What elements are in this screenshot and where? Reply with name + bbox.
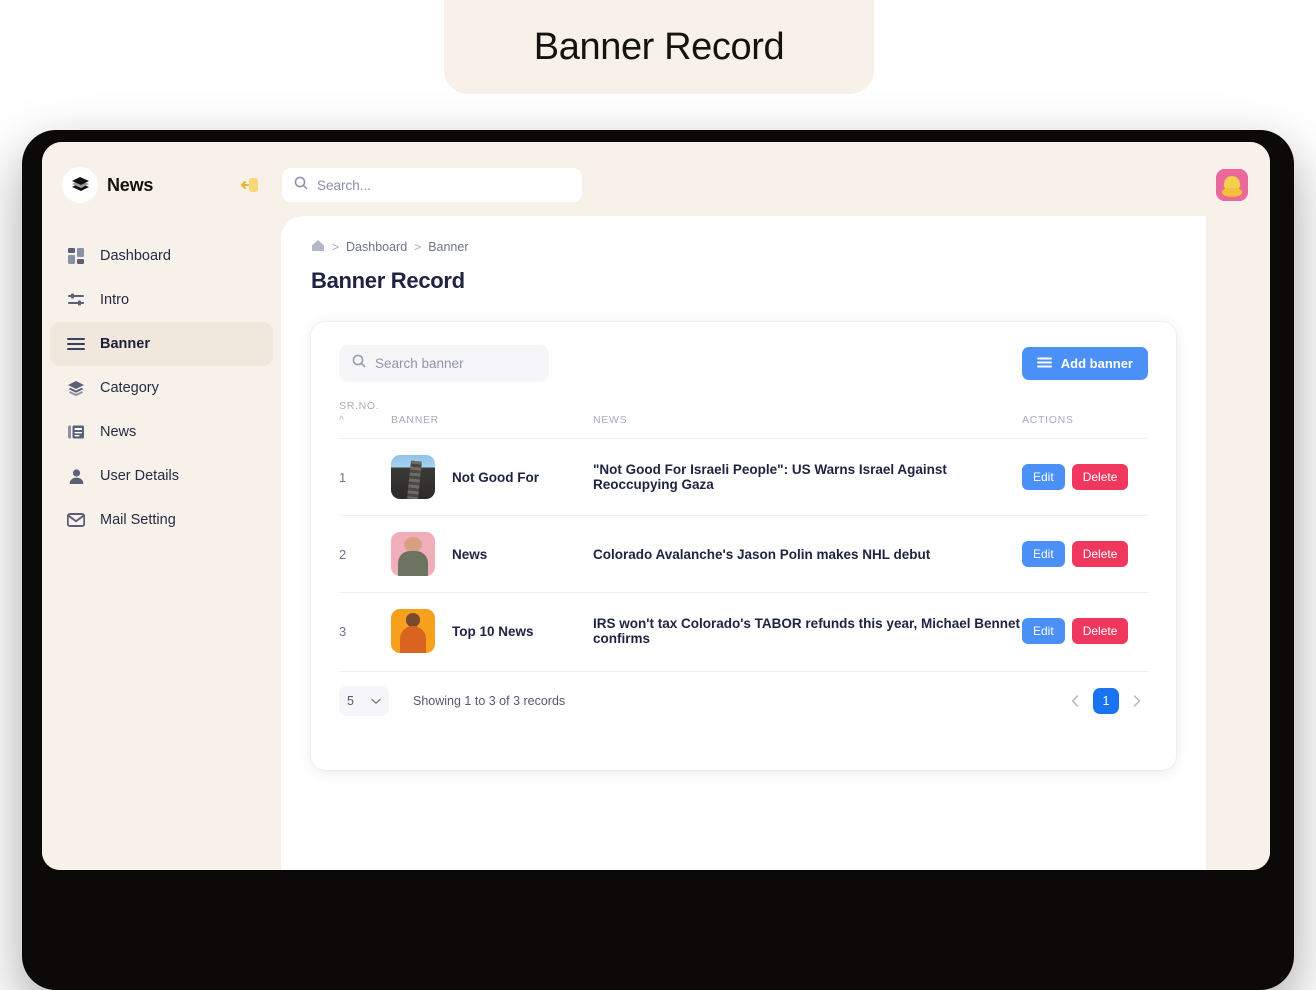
user-avatar-image bbox=[1216, 169, 1248, 201]
edit-button[interactable]: Edit bbox=[1022, 464, 1065, 490]
sidebar-item-mail-setting[interactable]: Mail Setting bbox=[50, 498, 273, 542]
sidebar-nav: Dashboard Intro Banner Category News Use… bbox=[42, 234, 281, 542]
breadcrumb-item-dashboard[interactable]: Dashboard bbox=[346, 240, 407, 254]
envelope-icon bbox=[66, 510, 86, 530]
page-size-value: 5 bbox=[347, 693, 354, 708]
sliders-icon bbox=[66, 290, 86, 310]
caption-pill: Banner Record bbox=[444, 0, 874, 94]
banner-thumbnail bbox=[391, 532, 435, 576]
breadcrumb-separator: > bbox=[414, 240, 422, 254]
global-search[interactable] bbox=[282, 168, 582, 202]
sidebar: News Dashboard Intro Banner Category New… bbox=[42, 142, 281, 870]
page-title: Banner Record bbox=[311, 268, 465, 293]
search-icon bbox=[294, 176, 308, 195]
caption-title: Banner Record bbox=[533, 25, 785, 68]
sidebar-item-news[interactable]: News bbox=[50, 410, 273, 454]
topbar bbox=[281, 154, 1270, 216]
banner-thumbnail bbox=[391, 455, 435, 499]
brand-row: News bbox=[42, 154, 281, 216]
sidebar-item-banner[interactable]: Banner bbox=[50, 322, 273, 366]
banner-search-input[interactable] bbox=[375, 355, 536, 371]
home-icon[interactable] bbox=[311, 239, 325, 255]
row-banner: Not Good For bbox=[391, 439, 593, 516]
sidebar-item-label: User Details bbox=[100, 468, 179, 484]
column-header-banner[interactable]: BANNER bbox=[391, 400, 593, 439]
content-panel: > Dashboard > Banner Banner Record Searc… bbox=[281, 216, 1206, 870]
delete-button[interactable]: Delete bbox=[1071, 464, 1129, 490]
sidebar-item-label: News bbox=[100, 424, 137, 440]
row-news-title: IRS won't tax Colorado's TABOR refunds t… bbox=[593, 616, 1020, 646]
list-lines-icon bbox=[66, 334, 86, 354]
edit-button[interactable]: Edit bbox=[1022, 541, 1065, 567]
sidebar-item-dashboard[interactable]: Dashboard bbox=[50, 234, 273, 278]
row-banner: Top 10 News bbox=[391, 593, 593, 670]
layers-icon bbox=[66, 378, 86, 398]
add-banner-label: Add banner bbox=[1060, 355, 1133, 371]
newspaper-icon bbox=[66, 422, 86, 442]
sidebar-item-intro[interactable]: Intro bbox=[50, 278, 273, 322]
sidebar-item-label: Intro bbox=[100, 292, 130, 308]
delete-button[interactable]: Delete bbox=[1071, 541, 1129, 567]
row-news-title: Colorado Avalanche's Jason Polin makes N… bbox=[593, 546, 931, 562]
search-input[interactable] bbox=[317, 177, 570, 193]
sidebar-item-label: Mail Setting bbox=[100, 512, 176, 528]
table-row: 1 Not Good For "Not Good For Israeli Peo… bbox=[339, 438, 1148, 516]
sidebar-item-label: Banner bbox=[100, 336, 150, 352]
caret-up-icon[interactable]: ^ bbox=[339, 416, 391, 426]
search-icon bbox=[352, 354, 366, 373]
column-header-srno-label: SR.NO. bbox=[339, 400, 380, 412]
edit-button[interactable]: Edit bbox=[1022, 618, 1065, 644]
sidebar-item-category[interactable]: Category bbox=[50, 366, 273, 410]
chevron-down-icon bbox=[371, 694, 381, 708]
banner-name: Not Good For bbox=[452, 469, 539, 485]
pagination: 1 bbox=[1064, 687, 1148, 714]
row-srno: 2 bbox=[339, 546, 347, 562]
delete-button[interactable]: Delete bbox=[1071, 618, 1129, 644]
list-lines-icon bbox=[1036, 356, 1052, 371]
collapse-sidebar-icon[interactable] bbox=[237, 172, 263, 198]
banner-name: News bbox=[452, 546, 488, 562]
sidebar-item-label: Dashboard bbox=[100, 248, 171, 264]
add-banner-button[interactable]: Add banner bbox=[1021, 346, 1148, 380]
breadcrumb-separator: > bbox=[332, 240, 340, 254]
row-srno: 1 bbox=[339, 469, 347, 485]
breadcrumb-item-banner[interactable]: Banner bbox=[428, 240, 468, 254]
column-header-news[interactable]: NEWS bbox=[593, 400, 1022, 439]
banner-record-card: Add banner SR.NO. ^ BANNER bbox=[311, 322, 1176, 770]
table-body: 1 Not Good For "Not Good For Israeli Peo… bbox=[339, 438, 1148, 670]
column-header-actions: ACTIONS bbox=[1022, 414, 1074, 426]
news-stack-icon bbox=[62, 167, 98, 203]
brand-name: News bbox=[107, 174, 154, 195]
row-srno: 3 bbox=[339, 623, 347, 639]
table-head: SR.NO. ^ BANNER NEWS ACTIONS bbox=[339, 400, 1148, 439]
row-banner: News bbox=[391, 516, 593, 593]
row-news-title: "Not Good For Israeli People": US Warns … bbox=[593, 462, 947, 492]
row-actions: Edit Delete bbox=[1022, 439, 1148, 516]
breadcrumb: > Dashboard > Banner bbox=[311, 238, 1176, 256]
row-actions: Edit Delete bbox=[1022, 516, 1148, 593]
avatar[interactable] bbox=[1216, 169, 1248, 201]
chevron-right-icon[interactable] bbox=[1126, 688, 1148, 714]
chevron-left-icon[interactable] bbox=[1064, 688, 1086, 714]
table-footer: 5 Showing 1 to 3 of 3 records 1 bbox=[339, 671, 1148, 729]
sidebar-item-user-details[interactable]: User Details bbox=[50, 454, 273, 498]
card-toolbar: Add banner bbox=[339, 344, 1148, 382]
banner-name: Top 10 News bbox=[452, 623, 534, 639]
table-header-row: SR.NO. ^ BANNER NEWS ACTIONS bbox=[339, 400, 1148, 439]
banner-thumbnail bbox=[391, 609, 435, 653]
table-row: 2 News Colorado Avalanche's Jason Polin … bbox=[339, 515, 1148, 593]
row-actions: Edit Delete bbox=[1022, 593, 1148, 670]
page-size-select[interactable]: 5 bbox=[339, 685, 389, 716]
table-row: 3 Top 10 News IRS won't tax Colorado's T… bbox=[339, 592, 1148, 670]
user-icon bbox=[66, 466, 86, 486]
banner-search[interactable] bbox=[339, 344, 549, 382]
records-summary: Showing 1 to 3 of 3 records bbox=[413, 693, 566, 708]
sidebar-item-label: Category bbox=[100, 380, 159, 396]
main-area: > Dashboard > Banner Banner Record bbox=[281, 142, 1270, 870]
page-number-1[interactable]: 1 bbox=[1093, 687, 1119, 714]
dashboard-grid-icon bbox=[66, 246, 86, 266]
app-window: News Dashboard Intro Banner Category New… bbox=[42, 142, 1270, 870]
banner-table: SR.NO. ^ BANNER NEWS ACTIONS 1 Not Good … bbox=[339, 400, 1148, 669]
column-header-srno[interactable]: SR.NO. ^ bbox=[339, 400, 391, 439]
